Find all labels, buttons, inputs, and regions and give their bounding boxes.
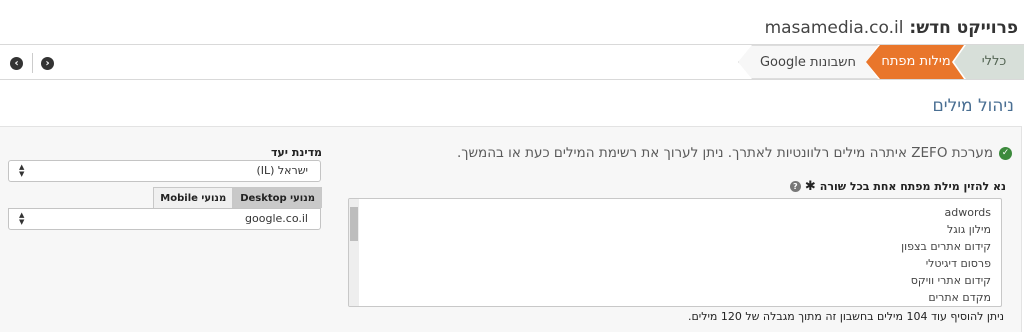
tab-desktop-engines[interactable]: מנועי Desktop	[233, 187, 322, 208]
target-country-select[interactable]: ישראל (IL) ▲ ▼	[8, 160, 321, 182]
check-circle-icon: ✓	[999, 146, 1012, 160]
wizard-step-google-accounts[interactable]: חשבונות Google	[738, 45, 878, 79]
help-icon[interactable]: ?	[789, 181, 801, 192]
section-title: ניהול מילים	[932, 96, 1014, 116]
nav-divider	[32, 53, 33, 73]
required-asterisk-icon: ✱	[804, 179, 816, 194]
keyword-limit-note: ניתן להוסיף עוד 104 מילים בחשבון זה מתוך…	[687, 310, 1004, 323]
updown-arrows-icon: ▲ ▼	[19, 211, 25, 226]
target-country-label: מדינת יעד	[270, 146, 322, 159]
scrollbar-thumb[interactable]	[350, 207, 358, 241]
keywords-instruction: נא להזין מילת מפתח אחת בכל שורה ✱ ?	[789, 179, 1006, 194]
success-message: ✓ מערכת ZEFO איתרה מילים רלוונטיות לאתרך…	[457, 145, 1012, 161]
keyword-line: מקדם אתרים	[928, 291, 991, 304]
keyword-line: קידום אתרי וויקס	[910, 274, 991, 287]
search-engine-value: google.co.il	[245, 212, 308, 225]
wizard-step-general[interactable]: כללי	[954, 45, 1024, 79]
project-domain: masamedia.co.il	[764, 18, 904, 38]
search-engine-select[interactable]: google.co.il ▲ ▼	[8, 208, 321, 230]
instruction-text: נא להזין מילת מפתח אחת בכל שורה	[819, 180, 1006, 193]
engine-tabs: מנועי Desktop מנועי Mobile	[152, 187, 322, 208]
wizard-step-keywords[interactable]: מילות מפתח	[866, 45, 966, 79]
success-text: מערכת ZEFO איתרה מילים רלוונטיות לאתרך. …	[456, 145, 993, 161]
keywords-scrollbar[interactable]	[349, 199, 359, 306]
page-title: פרוייקט חדש: masamedia.co.il	[765, 18, 1018, 38]
arrow-left-circle-icon[interactable]: ‹	[10, 57, 23, 70]
page-title-prefix: פרוייקט חדש:	[909, 18, 1018, 38]
keyword-line: קידום אתרים בצפון	[901, 240, 991, 253]
country-value: ישראל (IL)	[256, 164, 308, 177]
updown-arrows-icon: ▲ ▼	[19, 163, 25, 178]
keywords-lines: adwords מילון גוגל קידום אתרים בצפון פרס…	[901, 204, 991, 306]
keyword-line: מילון גוגל	[947, 223, 991, 236]
wizard-bar: ‹ › חשבונות Google מילות מפתח כללי	[0, 44, 1024, 80]
arrow-right-circle-icon[interactable]: ›	[41, 57, 54, 70]
keywords-textarea[interactable]: adwords מילון גוגל קידום אתרים בצפון פרס…	[348, 198, 1002, 307]
keyword-line: adwords	[944, 206, 992, 219]
keyword-line: פרסום דיגיטלי	[925, 257, 991, 270]
tab-mobile-engines[interactable]: מנועי Mobile	[153, 187, 234, 208]
